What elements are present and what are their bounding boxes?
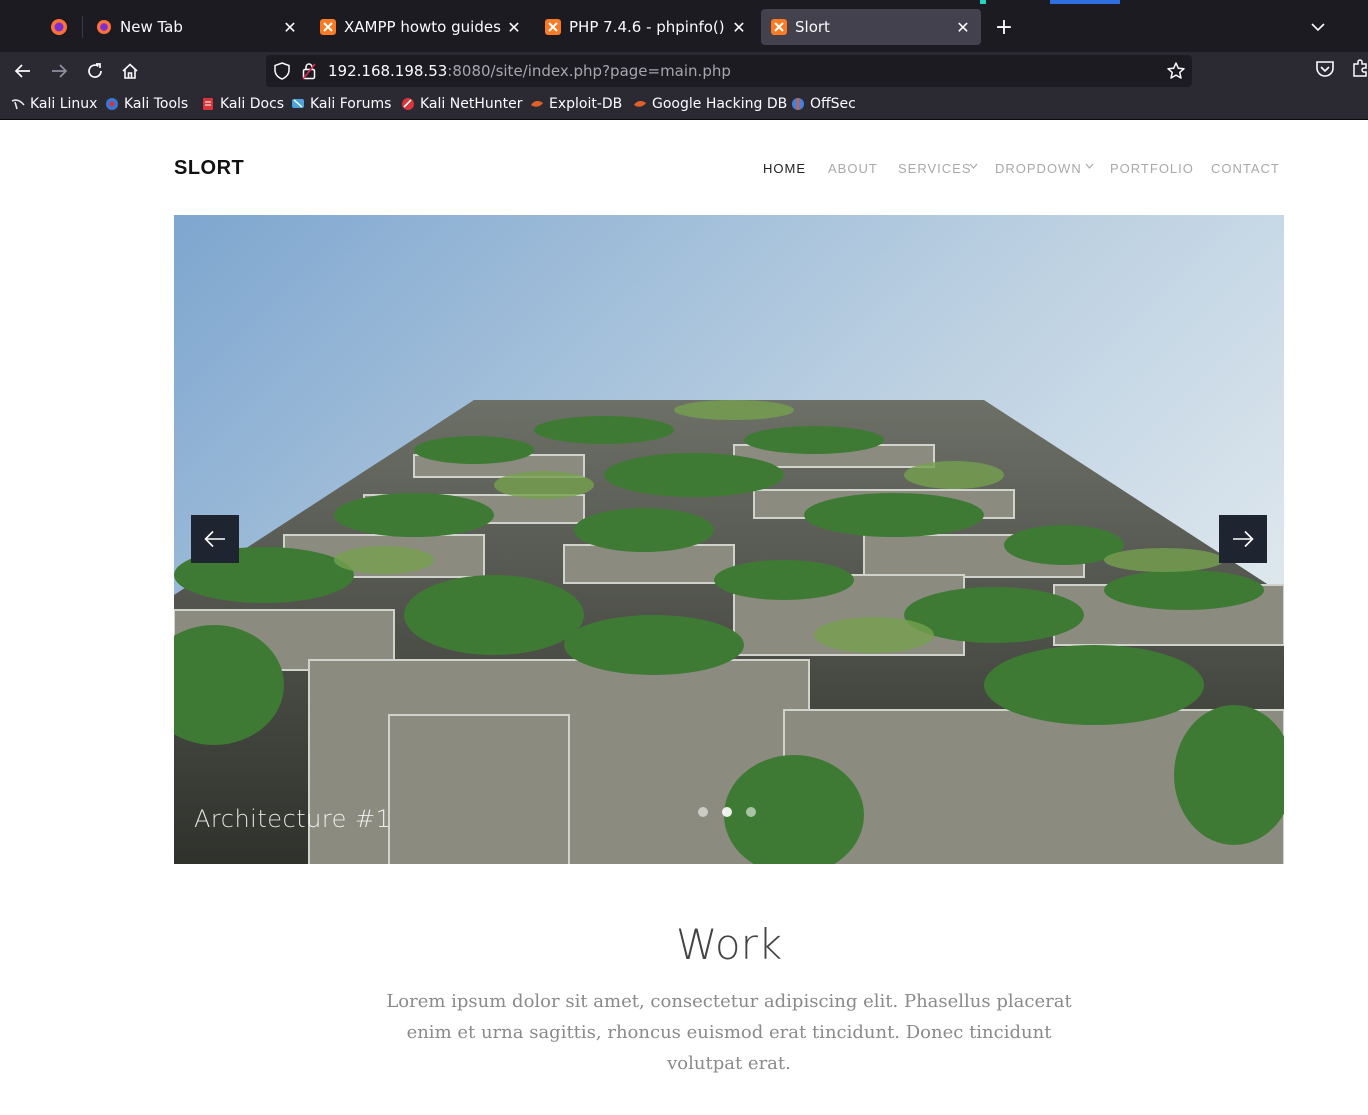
close-tab-icon[interactable]: ✕ [951,15,975,39]
kali-tools-icon [106,98,118,110]
taskbar-strip [980,0,1120,4]
url-path: :8080/site/index.php?page=main.php [447,62,731,80]
firefox-icon [97,20,111,34]
section-text: Lorem ipsum dolor sit amet, consectetur … [386,991,1072,1074]
bookmark-label: OffSec [810,96,856,112]
chevron-down-icon [1085,163,1094,169]
browser-nav-bar: 192.168.198.53:8080/site/index.php?page=… [0,52,1368,90]
tab-phpinfo[interactable]: PHP 7.4.6 - phpinfo() ✕ [535,9,757,45]
ghdb-icon [634,100,646,107]
tab-title: New Tab [120,18,183,36]
forward-arrow-icon[interactable] [45,57,73,85]
pocket-icon[interactable] [1314,58,1336,80]
offsec-icon [792,98,804,110]
url-host: 192.168.198.53 [328,62,448,80]
bookmark-label: Kali Tools [124,96,189,112]
url-text[interactable]: 192.168.198.53:8080/site/index.php?page=… [328,62,731,80]
bookmark-label: Kali Docs [220,96,285,112]
bookmark-ghdb[interactable]: Google Hacking DB [633,96,787,112]
hero-slide-image [174,215,1284,864]
slide-caption: Architecture #1 [194,805,392,833]
bookmark-label: Exploit-DB [549,96,623,112]
carousel-dot[interactable] [698,807,708,817]
bookmark-label: Google Hacking DB [652,96,788,112]
nav-services[interactable]: SERVICES [898,161,972,176]
bookmark-kali-forums[interactable]: Kali Forums [291,96,391,112]
bookmark-kali-linux[interactable]: Kali Linux [11,96,97,112]
firefox-menu-icon[interactable] [44,12,74,42]
back-arrow-icon[interactable] [9,57,37,85]
bookmark-offsec[interactable]: OffSec [791,96,856,112]
xampp-icon [545,19,561,35]
bookmark-label: Kali Forums [310,96,392,112]
chevron-down-icon [969,163,978,169]
arrow-right-icon [1233,530,1254,548]
hero-carousel: Architecture #1 [174,215,1284,864]
kali-dragon-icon [11,99,25,110]
tab-title: XAMPP howto guides [344,18,501,36]
section-title: Work [675,920,783,969]
tab-title: Slort [795,18,830,36]
xampp-icon [771,19,787,35]
home-icon[interactable] [116,57,144,85]
browser-tab-bar: New Tab ✕ XAMPP howto guides ✕ PHP 7.4.6… [0,0,1368,52]
close-tab-icon[interactable]: ✕ [278,15,302,39]
bookmark-star-icon[interactable] [1166,61,1186,81]
nav-about[interactable]: ABOUT [828,161,878,176]
carousel-indicators [698,807,756,817]
site-main-nav: HOME ABOUT SERVICES DROPDOWN PORTFOLIO C… [0,161,1368,181]
nav-portfolio[interactable]: PORTFOLIO [1110,161,1194,176]
bookmark-label: Kali Linux [30,96,98,112]
close-tab-icon[interactable]: ✕ [502,15,526,39]
tab-xampp-guides[interactable]: XAMPP howto guides ✕ [310,9,532,45]
kali-docs-icon [203,98,213,110]
bookmark-exploit-db[interactable]: Exploit-DB [530,96,622,112]
insecure-lock-icon[interactable] [302,62,316,80]
tab-new-tab[interactable]: New Tab ✕ [86,9,308,45]
exploit-db-icon [531,100,543,107]
address-bar[interactable]: 192.168.198.53:8080/site/index.php?page=… [266,55,1192,87]
nav-home[interactable]: HOME [763,161,806,176]
kali-forums-icon [292,99,304,108]
nethunter-icon [402,98,414,110]
bookmark-kali-tools[interactable]: Kali Tools [105,96,188,112]
carousel-dot-active[interactable] [722,807,732,817]
bookmarks-toolbar: Kali Linux Kali Tools Kali Docs Kali For… [0,90,1368,120]
extensions-puzzle-icon[interactable] [1350,58,1368,80]
tab-title: PHP 7.4.6 - phpinfo() [569,18,725,36]
carousel-next-button[interactable] [1219,515,1267,563]
new-tab-plus-icon[interactable]: + [990,13,1018,41]
xampp-icon [320,19,336,35]
nav-dropdown[interactable]: DROPDOWN [995,161,1082,176]
chevron-down-icon[interactable] [1304,13,1332,41]
reload-icon[interactable] [81,57,109,85]
bookmark-label: Kali NetHunter [420,96,523,112]
bookmark-kali-nethunter[interactable]: Kali NetHunter [401,96,522,112]
close-tab-icon[interactable]: ✕ [727,15,751,39]
nav-contact[interactable]: CONTACT [1211,161,1280,176]
tab-slort[interactable]: Slort ✕ [761,9,981,45]
tracking-shield-icon[interactable] [274,62,290,80]
arrow-left-icon [204,530,225,548]
bookmark-kali-docs[interactable]: Kali Docs [201,96,284,112]
carousel-dot[interactable] [746,807,756,817]
carousel-prev-button[interactable] [191,515,239,563]
